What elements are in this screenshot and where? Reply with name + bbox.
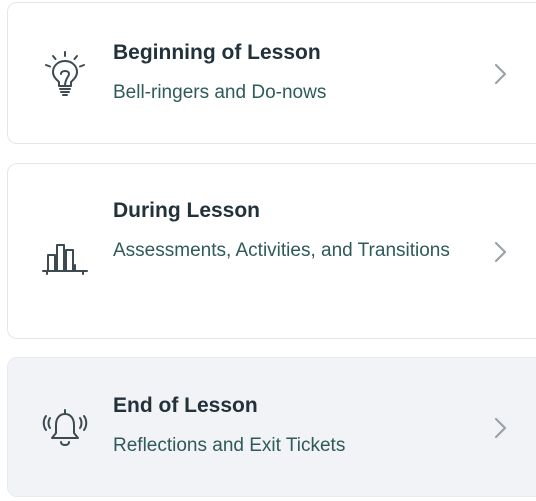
lesson-card-text: During Lesson Assessments, Activities, a…: [113, 197, 456, 267]
lightbulb-icon: [38, 47, 92, 101]
bar-chart-icon: [38, 230, 92, 284]
lesson-card-text: End of Lesson Reflections and Exit Ticke…: [113, 392, 456, 462]
chevron-right-icon: [494, 63, 507, 85]
lesson-card-title: During Lesson: [113, 199, 261, 222]
lesson-card-end[interactable]: End of Lesson Reflections and Exit Ticke…: [7, 357, 536, 497]
lesson-card-title: End of Lesson: [113, 394, 258, 417]
lesson-card-during[interactable]: During Lesson Assessments, Activities, a…: [7, 163, 536, 339]
chevron-right-icon: [494, 241, 507, 263]
lesson-card-title: Beginning of Lesson: [113, 41, 321, 64]
bell-ringing-icon: [38, 402, 92, 456]
lesson-card-subtitle: Bell-ringers and Do-nows: [113, 82, 327, 103]
lesson-card-text: Beginning of Lesson Bell-ringers and Do-…: [113, 39, 456, 109]
lesson-card-subtitle: Assessments, Activities, and Transitions: [113, 240, 450, 261]
lesson-card-subtitle: Reflections and Exit Tickets: [113, 435, 346, 456]
lesson-card-beginning[interactable]: Beginning of Lesson Bell-ringers and Do-…: [7, 2, 536, 144]
chevron-right-icon: [494, 417, 507, 439]
lesson-phase-list: Beginning of Lesson Bell-ringers and Do-…: [0, 0, 536, 501]
